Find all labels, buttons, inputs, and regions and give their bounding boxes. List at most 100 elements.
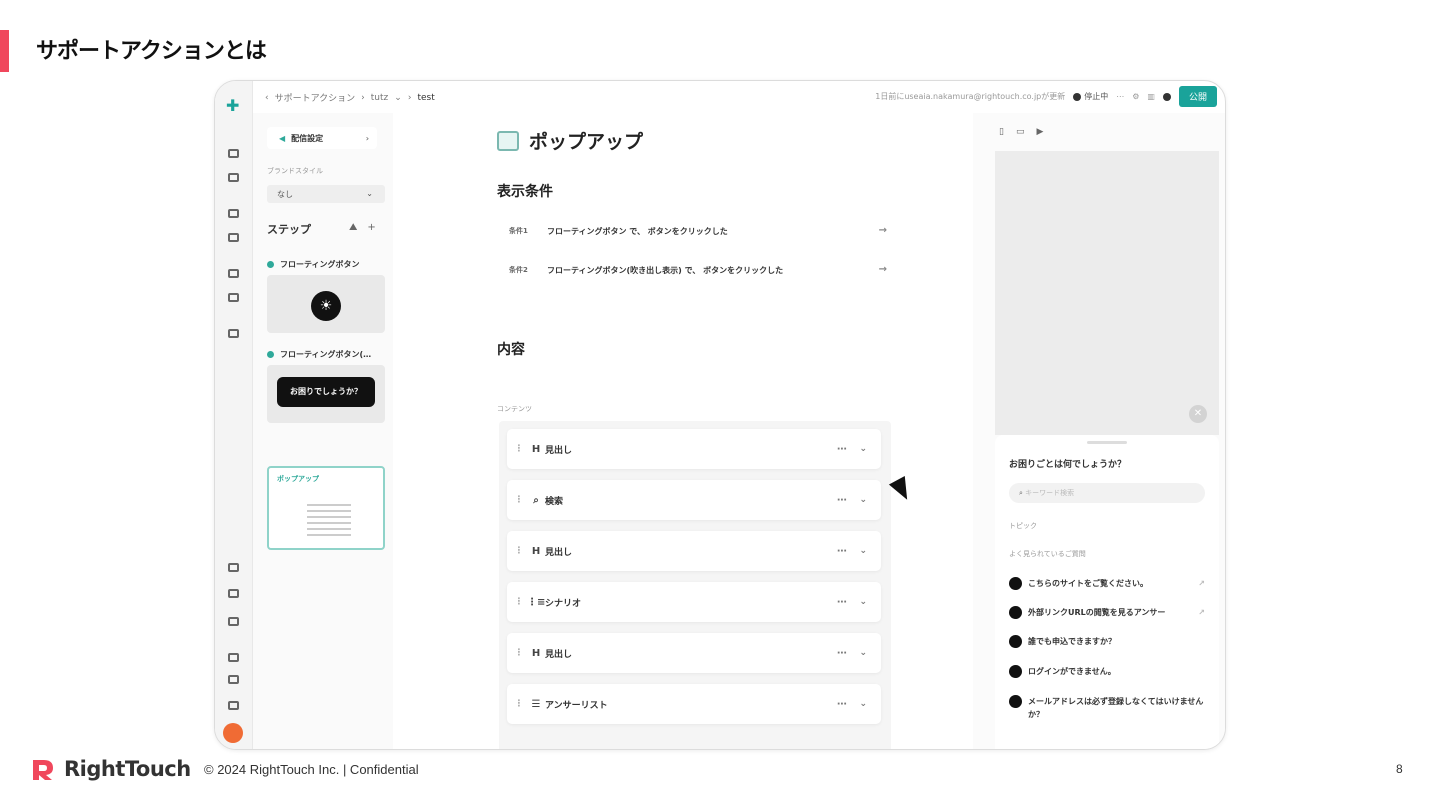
brand-style-label: ブランドスタイル bbox=[267, 167, 323, 175]
content-blocks: ⋮ H 見出し ⋯ ⌄ ⋮ ⌕ 検索 ⋯ ⌄ ⋮ H 見出し ⋯ ⌄ ⋮ ⋮≡ … bbox=[499, 421, 891, 749]
search-input[interactable]: ⌕ キーワード検索 bbox=[1009, 483, 1205, 503]
mobile-icon[interactable]: ▯ bbox=[999, 127, 1004, 137]
back-icon[interactable]: ‹ bbox=[265, 93, 269, 103]
content-block[interactable]: ⋮ H 見出し ⋯ ⌄ bbox=[507, 531, 881, 571]
list-icon[interactable] bbox=[228, 149, 239, 158]
document-icon[interactable] bbox=[228, 233, 239, 242]
faq-item[interactable]: こちらのサイトをご覧ください。 ↗ bbox=[1009, 577, 1205, 590]
refresh-icon[interactable] bbox=[228, 563, 239, 572]
breadcrumb-item[interactable]: tutz bbox=[371, 93, 389, 103]
step-card-floating-balloon[interactable]: お困りでしょうか？ bbox=[267, 365, 385, 423]
popup-thumbnail bbox=[307, 504, 351, 540]
theme-icon[interactable] bbox=[228, 675, 239, 684]
drag-handle-icon[interactable]: ⋮ bbox=[511, 699, 527, 709]
help-icon[interactable] bbox=[228, 653, 239, 662]
publish-button[interactable]: 公開 bbox=[1178, 86, 1217, 107]
preview-panel: ▯ ▭ ▶ ✕ お困りごとは何でしょうか？ ⌕ キーワード検索 トピック よく見… bbox=[973, 113, 1225, 749]
step-item-label[interactable]: フローティングボタン bbox=[267, 259, 360, 270]
left-rail: ✚ bbox=[215, 81, 253, 749]
drag-handle-icon[interactable]: ⋮ bbox=[511, 546, 527, 556]
step-status-icon bbox=[267, 261, 274, 268]
slide: サポートアクションとは ✚ ‹ サポートアクション › tutz ⌄ › tes… bbox=[0, 0, 1440, 810]
translate-icon[interactable] bbox=[228, 269, 239, 278]
avatar[interactable] bbox=[223, 723, 243, 743]
add-block-button[interactable]: + 追加 bbox=[519, 747, 547, 749]
content-block[interactable]: ⋮ H 見出し ⋯ ⌄ bbox=[507, 633, 881, 673]
lightbulb-icon: ☀ bbox=[311, 291, 341, 321]
condition-row[interactable]: 条件1 フローティングボタン で、 ボタンをクリックした → bbox=[497, 219, 887, 243]
chat-icon bbox=[1009, 695, 1022, 708]
breadcrumb-item: test bbox=[417, 92, 435, 103]
close-icon[interactable]: ✕ bbox=[1189, 405, 1207, 423]
step-status-icon bbox=[267, 351, 274, 358]
list-icon: ☰ bbox=[531, 698, 541, 710]
app-screenshot: ✚ ‹ サポートアクション › tutz ⌄ › test 1日前にuseaia… bbox=[214, 80, 1226, 750]
desktop-icon[interactable]: ▭ bbox=[1016, 127, 1025, 137]
faq-item[interactable]: ログインができません。 bbox=[1009, 665, 1205, 678]
add-step-icon[interactable]: ⛰+ bbox=[349, 222, 386, 233]
more-icon[interactable]: ⋯ bbox=[837, 648, 847, 659]
info-icon[interactable] bbox=[1162, 92, 1171, 101]
content-block[interactable]: ⋮ ☰ アンサーリスト ⋯ ⌄ bbox=[507, 684, 881, 724]
chevron-down-icon[interactable]: ⌄ bbox=[859, 546, 867, 556]
content-block[interactable]: ⋮ ⋮≡ シナリオ ⋯ ⌄ bbox=[507, 582, 881, 622]
settings-icon[interactable] bbox=[228, 589, 239, 598]
drag-handle bbox=[1087, 441, 1127, 444]
more-icon[interactable]: ⋯ bbox=[837, 597, 847, 608]
popup-icon bbox=[497, 130, 519, 151]
breadcrumb-item[interactable]: サポートアクション bbox=[275, 91, 356, 104]
user-icon[interactable] bbox=[228, 701, 239, 710]
content-block[interactable]: ⋮ H 見出し ⋯ ⌄ bbox=[507, 429, 881, 469]
brand-name: RightTouch bbox=[64, 757, 191, 781]
condition-row[interactable]: 条件2 フローティングボタン(吹き出し表示) で、 ボタンをクリックした → bbox=[497, 258, 887, 282]
popup-preview: お困りごとは何でしょうか？ ⌕ キーワード検索 トピック よく見られているご質問… bbox=[995, 435, 1219, 749]
page-title: ポップアップ bbox=[497, 127, 643, 154]
faq-item[interactable]: 外部リンクURLの閲覧を見るアンサー ↗ bbox=[1009, 606, 1205, 619]
chart-icon[interactable] bbox=[228, 173, 239, 182]
preview-toolbar: ▯ ▭ ▶ bbox=[999, 127, 1043, 137]
content-block[interactable]: ⋮ ⌕ 検索 ⋯ ⌄ bbox=[507, 480, 881, 520]
more-icon[interactable]: ⋯ bbox=[837, 699, 847, 710]
arrow-right-icon: → bbox=[878, 225, 887, 236]
chevron-down-icon[interactable]: ⌄ bbox=[859, 495, 867, 505]
analytics-icon[interactable]: ▥ bbox=[1147, 92, 1155, 101]
chevron-down-icon[interactable]: ⌄ bbox=[394, 93, 402, 103]
notification-icon[interactable] bbox=[228, 617, 239, 626]
faq-item[interactable]: メールアドレスは必ず登録しなくてはいけませんか？ bbox=[1009, 695, 1205, 721]
chevron-down-icon[interactable]: ⌄ bbox=[859, 699, 867, 709]
faq-item[interactable]: 誰でも申込できますか？ bbox=[1009, 635, 1205, 648]
app-logo-icon[interactable]: ✚ bbox=[226, 96, 239, 115]
layout-icon[interactable] bbox=[228, 209, 239, 218]
external-link-icon: ↗ bbox=[1198, 579, 1205, 588]
step-card-floating-button[interactable]: ☀ bbox=[267, 275, 385, 333]
more-icon[interactable]: ⋯ bbox=[837, 546, 847, 557]
settings-icon[interactable]: ⚙ bbox=[1132, 92, 1139, 101]
chevron-down-icon[interactable]: ⌄ bbox=[859, 648, 867, 658]
more-icon[interactable]: ⋯ bbox=[837, 444, 847, 455]
chevron-down-icon[interactable]: ⌄ bbox=[859, 444, 867, 454]
page-number: 8 bbox=[1396, 762, 1403, 776]
drag-handle-icon[interactable]: ⋮ bbox=[511, 495, 527, 505]
drag-handle-icon[interactable]: ⋮ bbox=[511, 597, 527, 607]
more-icon[interactable]: ⋯ bbox=[1116, 92, 1124, 101]
scenario-icon: ⋮≡ bbox=[527, 596, 546, 608]
more-icon[interactable]: ⋯ bbox=[837, 495, 847, 506]
steps-heading: ステップ bbox=[267, 223, 311, 236]
delivery-setting-button[interactable]: ◀ 配信設定 › bbox=[267, 127, 377, 149]
faq-label: よく見られているご質問 bbox=[1009, 550, 1086, 558]
drag-handle-icon[interactable]: ⋮ bbox=[511, 444, 527, 454]
file-icon[interactable] bbox=[228, 293, 239, 302]
chevron-down-icon[interactable]: ⌄ bbox=[859, 597, 867, 607]
breadcrumb: ‹ サポートアクション › tutz ⌄ › test bbox=[265, 91, 435, 105]
send-icon: ◀ bbox=[279, 133, 286, 143]
status-badge[interactable]: 停止中 bbox=[1073, 91, 1108, 102]
step-item-label[interactable]: フローティングボタン(… bbox=[267, 349, 371, 360]
brand-style-select[interactable]: なし ⌄ bbox=[267, 185, 385, 203]
step-card-popup[interactable]: ポップアップ bbox=[267, 466, 385, 550]
footer-copyright: © 2024 RightTouch Inc. | Confidential bbox=[204, 762, 419, 777]
chat-icon bbox=[1009, 635, 1022, 648]
conditions-heading: 表示条件 bbox=[497, 184, 553, 200]
record-icon[interactable]: ▶ bbox=[1036, 127, 1043, 137]
support-icon[interactable] bbox=[228, 329, 239, 338]
drag-handle-icon[interactable]: ⋮ bbox=[511, 648, 527, 658]
